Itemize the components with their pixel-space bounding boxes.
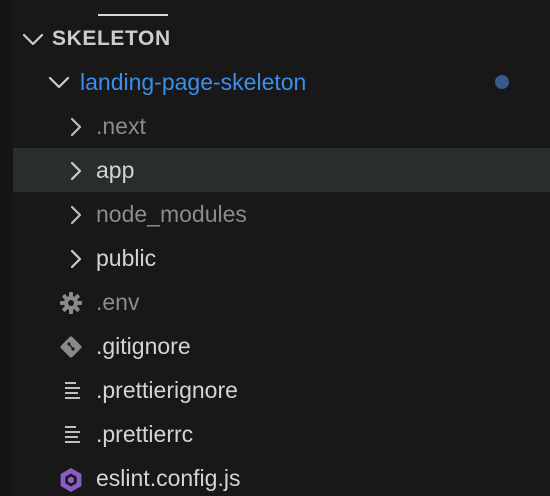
lines-icon bbox=[65, 382, 80, 399]
chevron-right-icon bbox=[70, 117, 82, 137]
tree-item-label: .env bbox=[96, 289, 140, 315]
chevron-right-icon bbox=[70, 205, 82, 225]
root-folder-label: landing-page-skeleton bbox=[80, 69, 307, 95]
gear-icon bbox=[60, 292, 82, 314]
tree-item-app[interactable]: app bbox=[13, 148, 550, 192]
lines-icon bbox=[65, 426, 80, 443]
chevron-down-icon bbox=[22, 33, 44, 46]
tree-item-label: app bbox=[96, 157, 135, 183]
chevron-right-icon bbox=[70, 161, 82, 181]
git-icon bbox=[60, 336, 82, 358]
root-folder-row[interactable]: landing-page-skeleton bbox=[13, 60, 550, 104]
tree-item-label: .prettierrc bbox=[96, 421, 194, 447]
tree-item-env[interactable]: .env bbox=[13, 280, 550, 324]
tree-item-label: public bbox=[96, 245, 157, 271]
tree-item-label: .gitignore bbox=[96, 333, 191, 359]
explorer-panel: SKELETON landing-page-skeleton .next app… bbox=[0, 0, 550, 496]
section-header-skeleton[interactable]: SKELETON bbox=[13, 19, 550, 59]
tree-item-prettierignore[interactable]: .prettierignore bbox=[13, 368, 550, 412]
eslint-icon bbox=[60, 468, 82, 492]
tree-item-prettierrc[interactable]: .prettierrc bbox=[13, 412, 550, 456]
tree-item-label: .prettierignore bbox=[96, 377, 238, 403]
tree-item-label: node_modules bbox=[96, 201, 247, 227]
tree-item-label: eslint.config.js bbox=[96, 465, 241, 491]
tab-indicator bbox=[98, 14, 168, 16]
tree-item-public[interactable]: public bbox=[13, 236, 550, 280]
tree-item-node-modules[interactable]: node_modules bbox=[13, 192, 550, 236]
chevron-down-icon bbox=[48, 76, 70, 89]
tree-item-eslint-config[interactable]: eslint.config.js bbox=[13, 456, 550, 496]
modified-dot-icon bbox=[495, 75, 509, 89]
panel-edge bbox=[0, 0, 13, 496]
chevron-right-icon bbox=[70, 249, 82, 269]
tree-item-gitignore[interactable]: .gitignore bbox=[13, 324, 550, 368]
tree-item-next[interactable]: .next bbox=[13, 104, 550, 148]
tree-item-label: .next bbox=[96, 113, 146, 139]
section-title: SKELETON bbox=[52, 27, 171, 50]
